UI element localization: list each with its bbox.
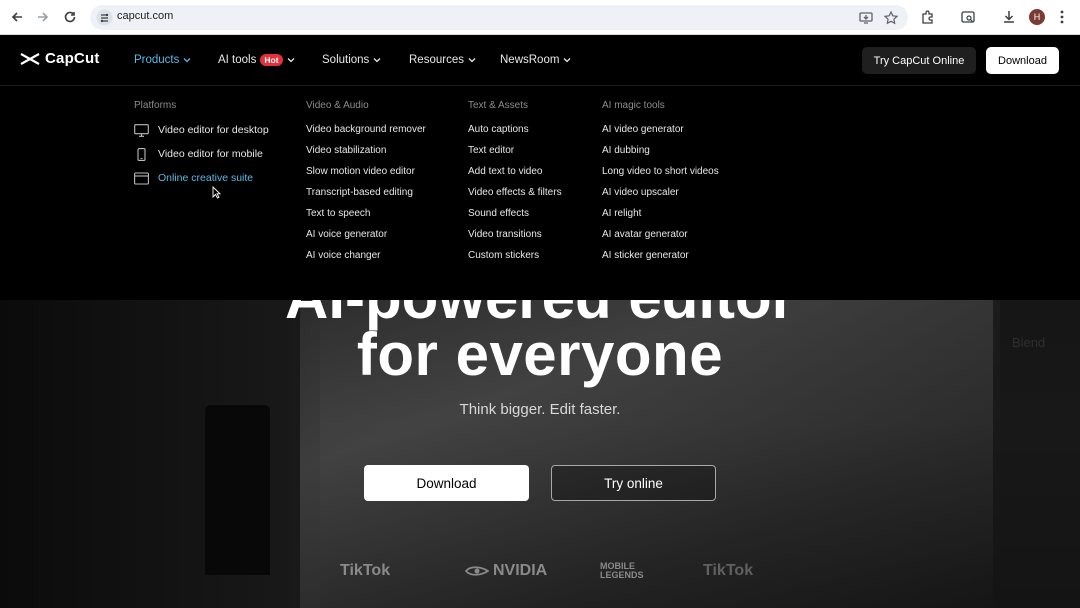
- nav-solutions[interactable]: Solutions: [322, 54, 381, 66]
- url-text: capcut.com: [117, 10, 174, 22]
- hero-download-button[interactable]: Download: [364, 465, 529, 501]
- ai-magic-column: AI magic tools AI video generator AI dub…: [602, 100, 719, 271]
- dropdown-item[interactable]: AI avatar generator: [602, 229, 719, 250]
- dropdown-item[interactable]: Video background remover: [306, 124, 426, 145]
- nav-products[interactable]: Products: [134, 54, 191, 66]
- dropdown-item[interactable]: Custom stickers: [468, 250, 562, 271]
- item-label: Video editor for desktop: [158, 124, 269, 136]
- dropdown-item[interactable]: AI voice changer: [306, 250, 426, 271]
- hero-try-online-button[interactable]: Try online: [551, 465, 716, 501]
- browser-toolbar: capcut.com H: [0, 0, 1080, 35]
- browser-window-icon: [134, 172, 149, 185]
- nav-label: AI tools: [218, 54, 257, 66]
- dropdown-item[interactable]: Transcript-based editing: [306, 187, 426, 208]
- capcut-logo-icon: [20, 52, 40, 65]
- nav-label: NewsRoom: [500, 54, 560, 66]
- partner-name: TikTok: [703, 562, 754, 579]
- column-title: Video & Audio: [306, 100, 369, 111]
- dropdown-item[interactable]: AI video generator: [602, 124, 719, 145]
- profile-avatar[interactable]: H: [1029, 9, 1045, 25]
- hero-chimney-silhouette: [205, 405, 270, 575]
- dropdown-item[interactable]: Long video to short videos: [602, 166, 719, 187]
- nvidia-logo: NVIDIA: [465, 562, 547, 580]
- dropdown-item[interactable]: Text to speech: [306, 208, 426, 229]
- partner-name: MOBILE LEGENDS: [600, 561, 644, 580]
- partner-logos: TikTok NVIDIA MOBILE LEGENDS TikTok: [0, 562, 1080, 586]
- tiktok-logo: TikTok: [340, 562, 390, 580]
- chevron-down-icon: [183, 58, 191, 63]
- chevron-down-icon: [563, 58, 571, 63]
- dropdown-item[interactable]: AI sticker generator: [602, 250, 719, 271]
- dropdown-item[interactable]: AI relight: [602, 208, 719, 229]
- mouse-cursor-icon: [212, 186, 221, 199]
- item-label: Online creative suite: [158, 172, 254, 184]
- forward-arrow-icon[interactable]: [33, 7, 53, 27]
- chevron-down-icon: [373, 58, 381, 63]
- nav-label: Products: [134, 54, 180, 66]
- hero-subtitle: Think bigger. Edit faster.: [459, 401, 621, 418]
- dropdown-item[interactable]: AI dubbing: [602, 145, 719, 166]
- partner-name: NVIDIA: [493, 562, 548, 579]
- star-icon[interactable]: [883, 10, 899, 26]
- dropdown-item[interactable]: Video effects & filters: [468, 187, 562, 208]
- reload-icon[interactable]: [60, 7, 80, 27]
- dropdown-item[interactable]: Video stabilization: [306, 145, 426, 166]
- dropdown-item[interactable]: Sound effects: [468, 208, 562, 229]
- dropdown-item-mobile[interactable]: Video editor for mobile: [134, 148, 269, 172]
- more-menu-icon[interactable]: [1057, 9, 1067, 25]
- nav-ai-tools[interactable]: AI tools Hot: [218, 54, 295, 66]
- partner-name: TikTok: [340, 562, 391, 579]
- site-header: CapCut Products AI tools Hot Solutions R…: [0, 36, 1080, 86]
- products-dropdown: Platforms Video editor for desktop Video…: [0, 87, 1080, 300]
- column-title: Platforms: [134, 100, 177, 111]
- brand-name: CapCut: [45, 50, 100, 67]
- mobile-legends-logo: MOBILE LEGENDS: [600, 562, 660, 580]
- dropdown-item[interactable]: Text editor: [468, 145, 562, 166]
- nav-label: Resources: [409, 54, 464, 66]
- address-bar[interactable]: capcut.com: [90, 5, 908, 30]
- mobile-icon: [137, 148, 146, 161]
- dropdown-item-online-suite[interactable]: Online creative suite: [134, 172, 269, 196]
- column-title: Text & Assets: [468, 100, 529, 111]
- nav-newsroom[interactable]: NewsRoom: [500, 54, 571, 66]
- install-app-icon[interactable]: [858, 10, 874, 26]
- site-settings-icon[interactable]: [96, 9, 113, 26]
- back-arrow-icon[interactable]: [7, 7, 27, 27]
- download-icon[interactable]: [1001, 9, 1017, 25]
- nvidia-eye-icon: [465, 566, 489, 576]
- nav-label: Solutions: [322, 54, 370, 66]
- dropdown-item[interactable]: AI video upscaler: [602, 187, 719, 208]
- dropdown-item[interactable]: Slow motion video editor: [306, 166, 426, 187]
- try-capcut-online-button[interactable]: Try CapCut Online: [862, 47, 976, 74]
- chevron-down-icon: [287, 58, 294, 63]
- platforms-column: Platforms Video editor for desktop Video…: [134, 100, 269, 196]
- desktop-icon: [134, 124, 149, 137]
- tiktok-logo: TikTok: [703, 562, 753, 580]
- tab-search-icon[interactable]: [960, 9, 976, 25]
- hero-section: Blend AI-powered editor for everyone Thi…: [0, 300, 1080, 608]
- dropdown-item-desktop[interactable]: Video editor for desktop: [134, 124, 269, 148]
- extensions-icon[interactable]: [920, 9, 936, 25]
- dropdown-item[interactable]: Add text to video: [468, 166, 562, 187]
- dropdown-item[interactable]: Video transitions: [468, 229, 562, 250]
- chevron-down-icon: [468, 58, 476, 63]
- column-title: AI magic tools: [602, 100, 665, 111]
- dropdown-item[interactable]: Auto captions: [468, 124, 562, 145]
- nav-resources[interactable]: Resources: [409, 54, 476, 66]
- item-label: Video editor for mobile: [158, 148, 263, 160]
- hot-badge: Hot: [260, 54, 283, 66]
- text-assets-column: Text & Assets Auto captions Text editor …: [468, 100, 562, 271]
- hero-title: for everyone: [356, 321, 724, 388]
- header-download-button[interactable]: Download: [986, 47, 1059, 74]
- dropdown-item[interactable]: AI voice generator: [306, 229, 426, 250]
- capcut-logo[interactable]: CapCut: [20, 50, 100, 67]
- video-audio-column: Video & Audio Video background remover V…: [306, 100, 426, 271]
